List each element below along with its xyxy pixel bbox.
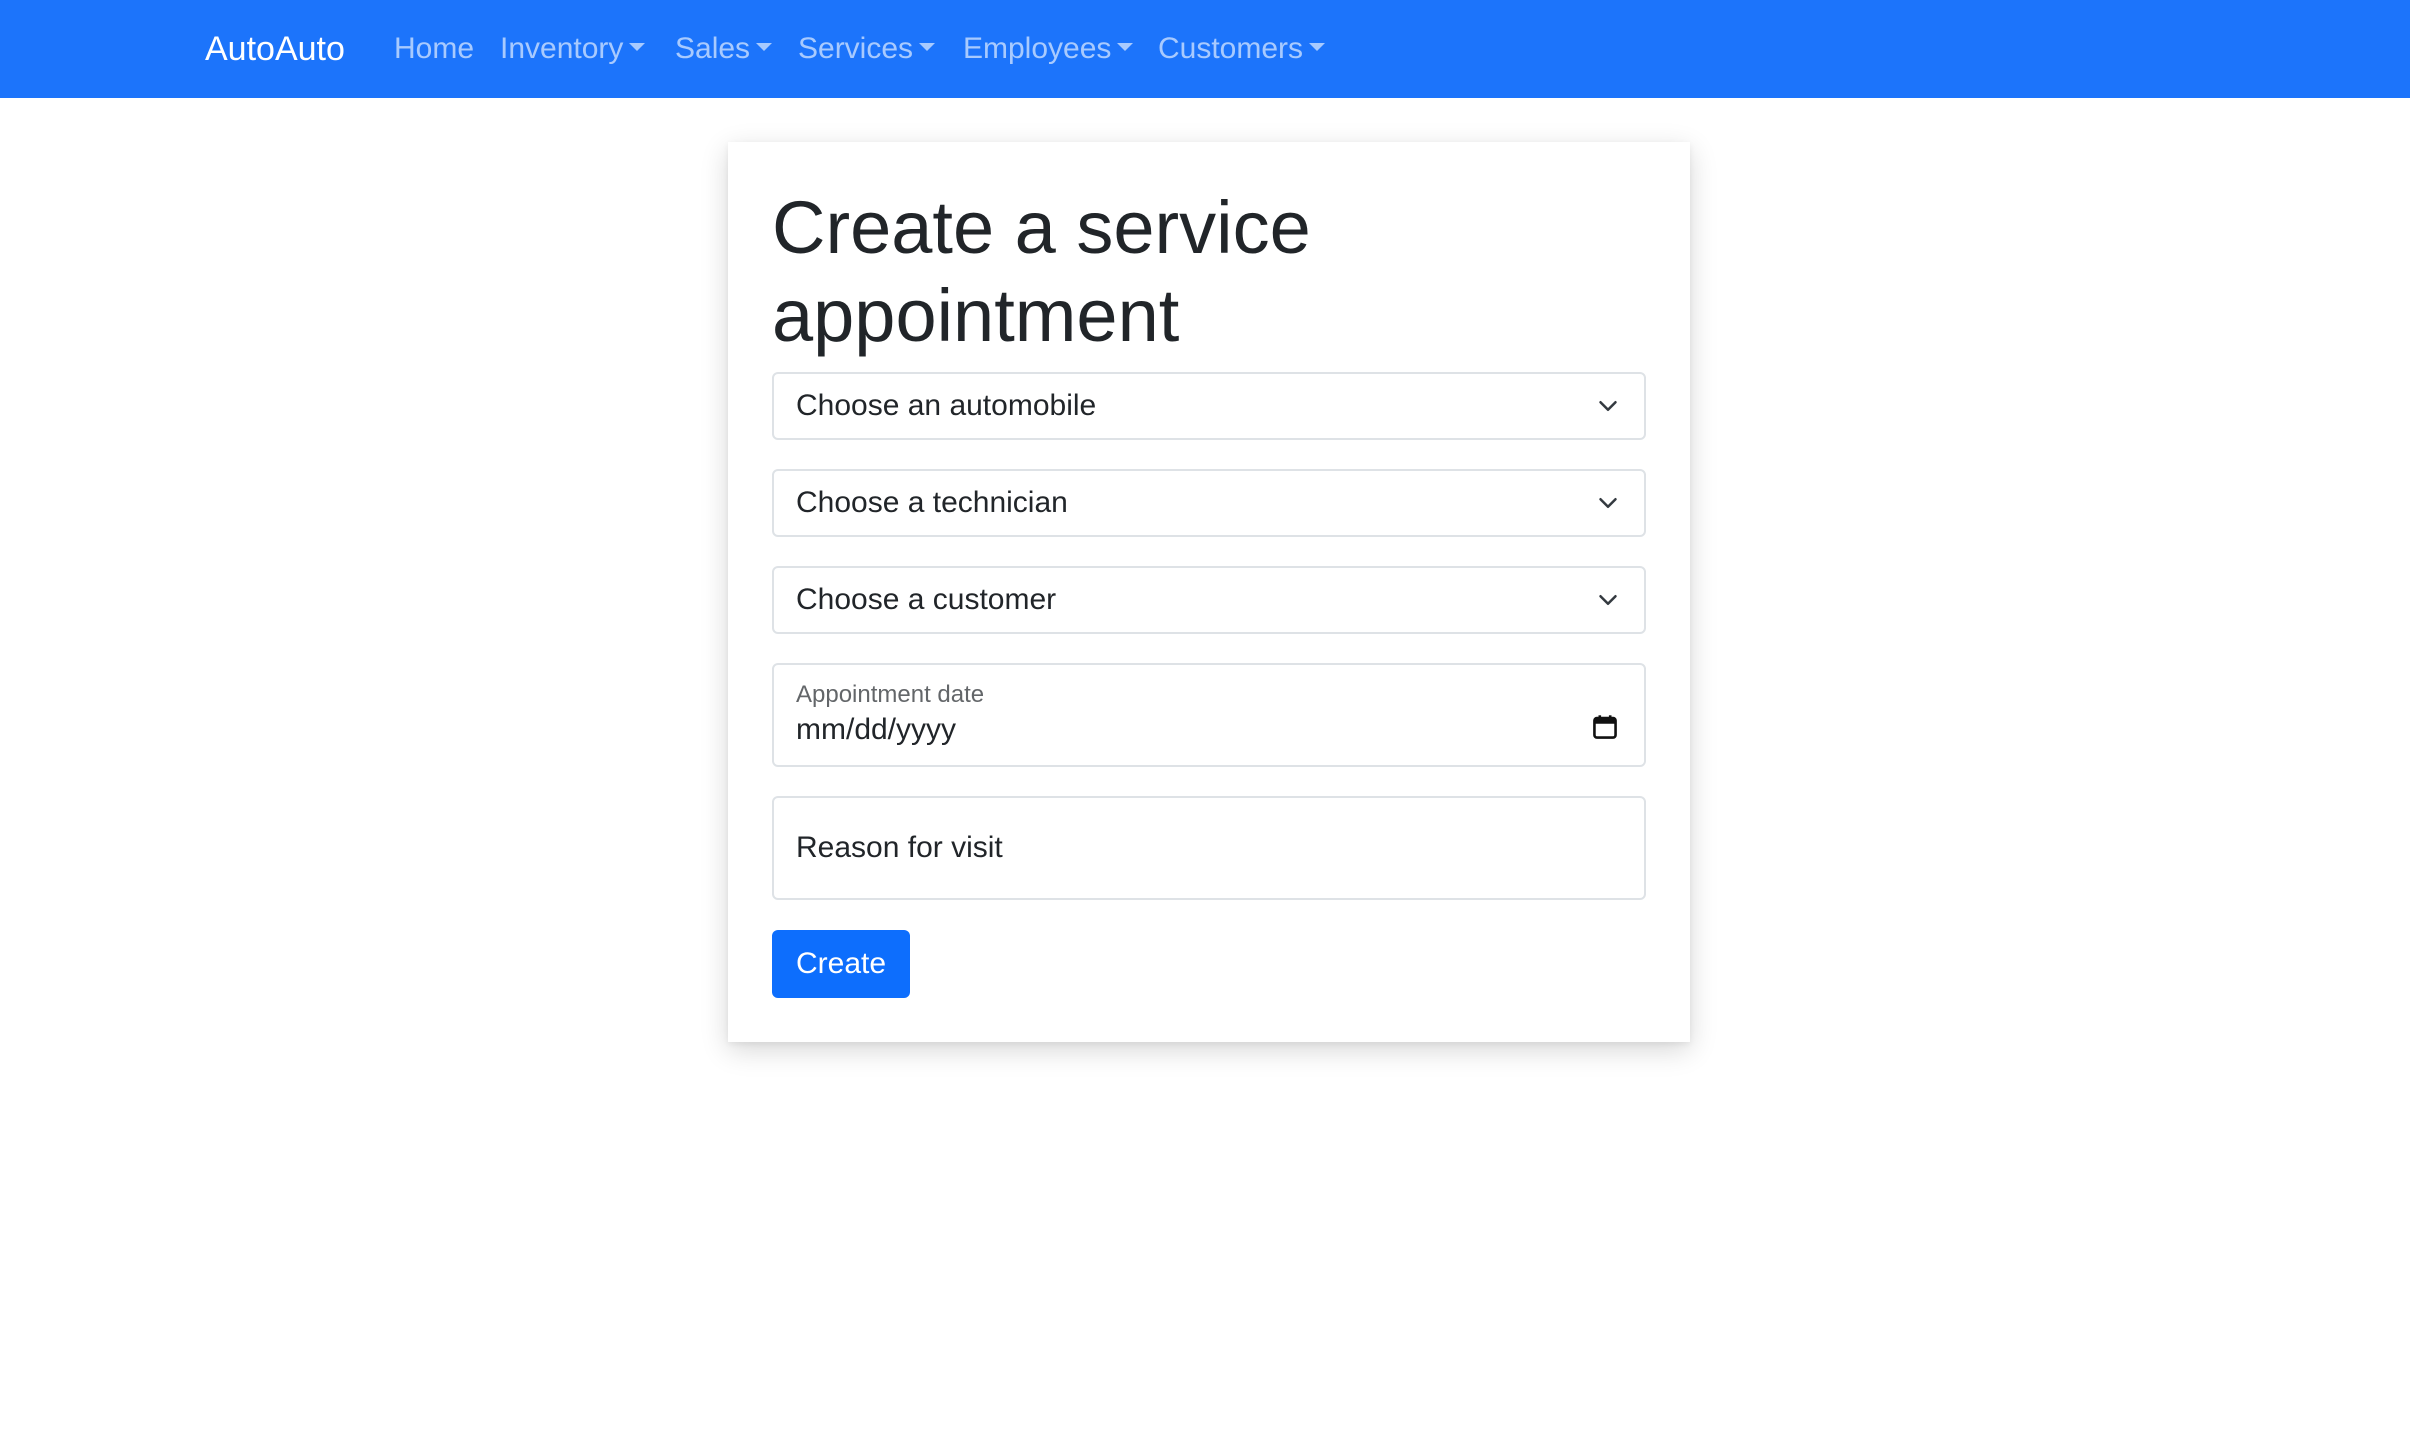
technician-select[interactable]: Choose a technician (772, 469, 1646, 537)
nav-sales-dropdown[interactable]: Sales (675, 0, 773, 98)
caret-down-icon (919, 43, 936, 52)
reason-placeholder: Reason for visit (796, 831, 1003, 864)
caret-down-icon (1309, 43, 1326, 52)
customer-select-value: Choose a customer (796, 583, 1057, 616)
nav-services-label: Services (798, 32, 914, 65)
chevron-down-icon (1599, 498, 1617, 508)
caret-down-icon (629, 43, 646, 52)
technician-select-value: Choose a technician (796, 486, 1068, 519)
chevron-down-icon (1599, 595, 1617, 605)
brand-link[interactable]: AutoAuto (205, 0, 345, 98)
chevron-down-icon (1599, 401, 1617, 411)
create-button[interactable]: Create (772, 930, 911, 998)
top-navbar: AutoAuto Home Inventory Sales Services E… (0, 0, 2410, 98)
nav-home-label: Home (394, 32, 475, 65)
reason-input[interactable]: Reason for visit (772, 796, 1646, 900)
appointment-date-label: Appointment date (796, 681, 985, 708)
page-title: Create a service appointment (772, 186, 1311, 357)
nav-services-dropdown[interactable]: Services (798, 0, 936, 98)
nav-employees-label: Employees (963, 32, 1112, 65)
caret-down-icon (756, 43, 773, 52)
automobile-select-value: Choose an automobile (796, 389, 1097, 422)
automobile-select[interactable]: Choose an automobile (772, 372, 1646, 440)
nav-inventory-label: Inventory (500, 32, 624, 65)
nav-customers-label: Customers (1158, 32, 1304, 65)
appointment-date-value: mm/dd/yyyy (796, 713, 957, 746)
appointment-form-card: Create a service appointment Choose an a… (728, 142, 1690, 1042)
caret-down-icon (1117, 43, 1134, 52)
nav-employees-dropdown[interactable]: Employees (963, 0, 1134, 98)
nav-customers-dropdown[interactable]: Customers (1158, 0, 1326, 98)
customer-select[interactable]: Choose a customer (772, 566, 1646, 634)
nav-inventory-dropdown[interactable]: Inventory (500, 0, 646, 98)
nav-home[interactable]: Home (394, 0, 474, 98)
nav-sales-label: Sales (675, 32, 751, 65)
appointment-date-field[interactable]: Appointment date mm/dd/yyyy (772, 663, 1646, 767)
calendar-icon[interactable] (1592, 714, 1618, 740)
